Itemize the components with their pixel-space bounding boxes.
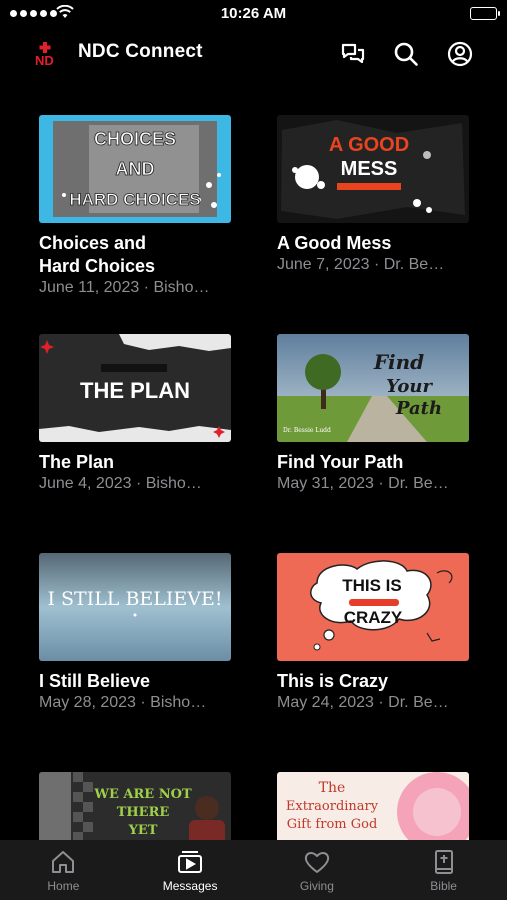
heart-icon (304, 852, 330, 873)
thumb-text-line: Extraordinary (286, 799, 379, 814)
message-title: A Good Mess (277, 233, 392, 253)
thumb-text-line: AND (116, 159, 155, 179)
tab-bible[interactable]: Bible (380, 840, 507, 900)
message-title: The Plan (39, 452, 115, 472)
status-time: 10:26 AM (220, 5, 287, 22)
tab-label: Bible (430, 879, 457, 893)
thumb-caption: Dr. Bessie Ludd (283, 427, 331, 434)
message-meta: June 4, 2023 · Bisho… (39, 475, 202, 492)
message-thumbnail: A GOOD MESS (277, 115, 469, 223)
thumb-text-line: THERE (117, 805, 170, 820)
tab-label: Messages (162, 879, 218, 893)
thumb-text-line: Gift from God (287, 817, 378, 832)
message-card[interactable]: THIS IS CRAZY This is Crazy May 24, 2023… (277, 553, 469, 713)
thumb-text-line: YET (128, 823, 158, 838)
message-card[interactable]: Find Your Path Dr. Bessie Ludd Find Your… (277, 334, 469, 494)
search-icon[interactable] (391, 39, 421, 69)
bible-icon (434, 850, 453, 874)
thumb-text-line: Path (395, 398, 442, 419)
app-title: NDC Connect (78, 41, 203, 62)
tab-giving[interactable]: Giving (254, 840, 381, 900)
message-title: Find Your Path (277, 452, 404, 472)
logo-text: ND (35, 53, 54, 68)
thumb-text-line: HARD CHOICES (69, 190, 200, 209)
message-meta: May 28, 2023 · Bisho… (39, 694, 207, 711)
thumb-text-line: I STILL BELIEVE! (47, 588, 222, 610)
app-header: ND NDC Connect (0, 30, 507, 78)
message-meta: June 11, 2023 · Bisho… (39, 279, 210, 296)
message-thumbnail: THIS IS CRAZY (277, 553, 469, 661)
home-icon (52, 851, 75, 873)
message-meta: June 7, 2023 · Dr. Be… (277, 256, 445, 273)
tab-label: Giving (299, 879, 334, 893)
message-card[interactable]: A GOOD MESS A Good Mess June 7, 2023 · D… (277, 115, 469, 275)
thumb-text-line: THIS IS (342, 576, 402, 595)
message-title: This is Crazy (277, 671, 389, 691)
chat-icon[interactable] (338, 39, 368, 69)
thumb-text-line: THE PLAN (80, 378, 190, 403)
thumb-text-line: MESS (341, 158, 398, 180)
tab-bar: Home Messages Giving Bible (0, 840, 507, 900)
profile-icon[interactable] (445, 39, 475, 69)
message-meta: May 31, 2023 · Dr. Be… (277, 475, 449, 492)
message-thumbnail: I STILL BELIEVE! (39, 553, 231, 661)
thumb-text-line: CHOICES (94, 129, 176, 149)
message-thumbnail: THE PLAN (39, 334, 231, 442)
message-title: I Still Believe (39, 671, 151, 691)
thumb-text-line: A GOOD (329, 134, 409, 156)
message-thumbnail: CHOICES AND HARD CHOICES (39, 115, 231, 223)
thumb-text-line: Find (373, 350, 424, 374)
status-bar: 10:26 AM (0, 0, 507, 30)
message-meta: May 24, 2023 · Dr. Be… (277, 694, 449, 711)
thumb-text-line: WE ARE NOT (93, 787, 192, 802)
messages-icon (178, 851, 203, 873)
thumb-text-line: CRAZY (344, 608, 403, 627)
message-thumbnail: Find Your Path Dr. Bessie Ludd (277, 334, 469, 442)
message-card[interactable]: THE PLAN The Plan June 4, 2023 · Bisho… (39, 334, 231, 494)
message-title: Choices and Hard Choices (39, 233, 156, 276)
tab-messages[interactable]: Messages (127, 840, 254, 900)
message-card[interactable]: CHOICES AND HARD CHOICES Choices and Har… (39, 115, 231, 298)
tab-home[interactable]: Home (0, 840, 127, 900)
battery-icon (470, 7, 500, 20)
thumb-text-line: Your (386, 376, 433, 397)
message-card[interactable]: I STILL BELIEVE! I Still Believe May 28,… (39, 553, 231, 713)
thumb-text-line: The (319, 780, 346, 796)
tab-label: Home (47, 879, 80, 893)
app-logo: ND (33, 40, 61, 68)
